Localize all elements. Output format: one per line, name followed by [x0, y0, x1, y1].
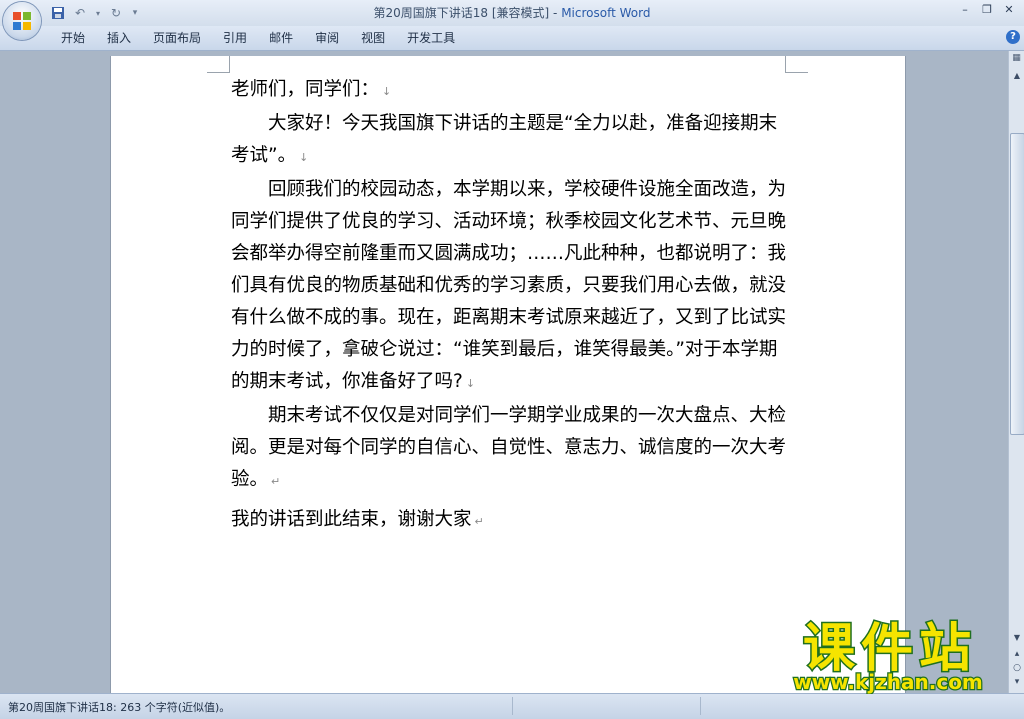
paragraph-text: 老师们，同学们： [231, 79, 380, 100]
paragraph-mark-icon: ↵ [271, 475, 281, 488]
document-body[interactable]: 老师们，同学们： ↓ 大家好！今天我国旗下讲话的主题是“全力以赴，准备迎接期末考试”… [231, 74, 791, 538]
ribbon-tab[interactable]: 邮件 [258, 26, 304, 50]
next-page-icon[interactable]: ▾ [1010, 675, 1024, 689]
paragraph-text: 大家好！今天我国旗下讲话的主题是“全力以赴，准备迎接期末考试”。 [231, 113, 778, 166]
window-title: 第20周国旗下讲话18 [兼容模式] - Microsoft Word [0, 0, 1024, 26]
window-controls: – ❐ ✕ [956, 2, 1018, 18]
scroll-thumb[interactable] [1010, 133, 1024, 435]
status-bar: 第20周国旗下讲话18: 263 个字符(近似值)。 [0, 693, 1024, 719]
crop-mark-top-right [785, 56, 808, 73]
paragraph-mark-icon: ↓ [299, 151, 309, 164]
document-area: 老师们，同学们： ↓ 大家好！今天我国旗下讲话的主题是“全力以赴，准备迎接期末考试”… [0, 51, 1008, 693]
vertical-scrollbar[interactable]: ▦ ▲ ▼ ▴ ○ ▾ [1008, 51, 1024, 693]
status-divider [512, 697, 513, 715]
ribbon-tab[interactable]: 引用 [212, 26, 258, 50]
paragraph-mark-icon: ↓ [382, 85, 392, 98]
paragraph-mark-icon: ↓ [465, 377, 476, 390]
paragraph-mark-icon: ↵ [474, 515, 484, 528]
ribbon-tab[interactable]: 页面布局 [142, 26, 212, 50]
scroll-up-icon[interactable]: ▲ [1010, 69, 1024, 83]
view-ruler-icon[interactable]: ▦ [1010, 53, 1023, 65]
svg-text:www.kjzhan.com: www.kjzhan.com [793, 670, 983, 694]
ribbon-tab[interactable]: 审阅 [304, 26, 350, 50]
ribbon-tabs-bar: 开始 插入 页面布局 引用 邮件 审阅 视图 开发工具 ? [0, 26, 1024, 51]
ribbon-tabs: 开始 插入 页面布局 引用 邮件 审阅 视图 开发工具 [50, 26, 466, 50]
paragraph-text: 期末考试不仅仅是对同学们一学期学业成果的一次大盘点、大检阅。更是对每个同学的自信… [231, 405, 787, 490]
status-divider [700, 697, 701, 715]
minimize-icon[interactable]: – [956, 2, 974, 18]
office-button[interactable] [3, 2, 41, 40]
ribbon-tab[interactable]: 插入 [96, 26, 142, 50]
restore-icon[interactable]: ❐ [978, 2, 996, 18]
document-paragraph[interactable]: 我的讲话到此结束，谢谢大家 ↵ [231, 504, 791, 538]
document-page[interactable]: 老师们，同学们： ↓ 大家好！今天我国旗下讲话的主题是“全力以赴，准备迎接期末考试”… [110, 56, 906, 693]
document-title: 第20周国旗下讲话18 [兼容模式] [373, 6, 550, 20]
office-logo-icon [13, 12, 31, 30]
paragraph-text: 我的讲话到此结束，谢谢大家 [231, 509, 472, 530]
help-icon[interactable]: ? [1006, 30, 1020, 44]
crop-mark-top-left [207, 56, 230, 73]
paragraph-text: 回顾我们的校园动态，本学期以来，学校硬件设施全面改造，为同学们提供了优良的学习、… [231, 179, 787, 392]
ribbon-tab[interactable]: 开发工具 [396, 26, 466, 50]
document-paragraph[interactable]: 大家好！今天我国旗下讲话的主题是“全力以赴，准备迎接期末考试”。 ↓ [231, 108, 791, 174]
status-word-count[interactable]: 第20周国旗下讲话18: 263 个字符(近似值)。 [8, 699, 230, 715]
scroll-down-icon[interactable]: ▼ [1010, 631, 1024, 645]
ribbon-tab[interactable]: 开始 [50, 26, 96, 50]
close-icon[interactable]: ✕ [1000, 2, 1018, 18]
document-paragraph[interactable]: 期末考试不仅仅是对同学们一学期学业成果的一次大盘点、大检阅。更是对每个同学的自信… [231, 400, 791, 498]
browse-object-icon[interactable]: ○ [1010, 661, 1024, 675]
ribbon-tab[interactable]: 视图 [350, 26, 396, 50]
kjzhan-watermark-logo: 课件站 www.kjzhan.com [792, 618, 984, 695]
title-separator: - [549, 6, 562, 20]
app-name: Microsoft Word [561, 6, 651, 20]
title-bar: ↶ ▾ ↻ ▾ 第20周国旗下讲话18 [兼容模式] - Microsoft W… [0, 0, 1024, 40]
previous-page-icon[interactable]: ▴ [1010, 647, 1024, 661]
document-paragraph[interactable]: 回顾我们的校园动态，本学期以来，学校硬件设施全面改造，为同学们提供了优良的学习、… [231, 174, 791, 400]
document-paragraph[interactable]: 老师们，同学们： ↓ [231, 74, 791, 108]
